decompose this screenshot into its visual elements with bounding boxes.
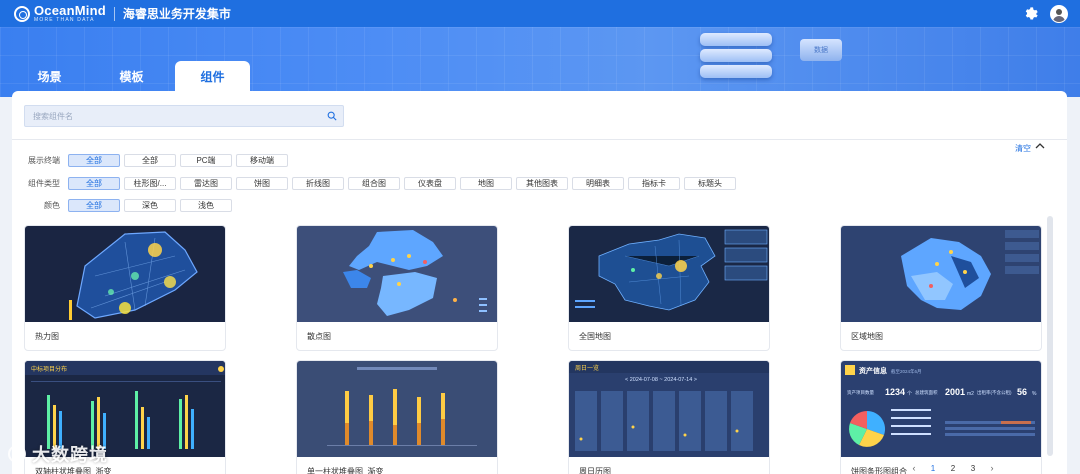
- thumbnail-scatter: [297, 226, 497, 322]
- logo[interactable]: OceanMind MORE THAN DATA: [14, 4, 106, 23]
- pagination: ‹ 1 2 3 ›: [905, 463, 1001, 473]
- tab-scene[interactable]: 场景: [12, 61, 87, 92]
- thumbnail-week-calendar: 周日一览 < 2024-07-08 ~ 2024-07-14 >: [569, 361, 769, 457]
- thumb-date: 截至2024年6月: [891, 368, 922, 375]
- app-title: 海睿思业务开发集市: [122, 7, 231, 21]
- chip-type-detail-table[interactable]: 明细表: [572, 176, 624, 190]
- watermark: 大数跨境: [8, 441, 108, 467]
- next-page-button[interactable]: ›: [983, 463, 1001, 473]
- chip-color-all[interactable]: 全部: [68, 198, 120, 212]
- watermark-logo-icon: [8, 445, 26, 463]
- thumbnail-single-stacked-bar: [297, 361, 497, 457]
- logo-tagline: MORE THAN DATA: [34, 17, 95, 23]
- search-input[interactable]: 搜索组件名: [24, 105, 344, 127]
- thumb-stat: 1234: [885, 387, 905, 397]
- thumb-stat-unit: m2: [967, 391, 974, 397]
- thumb-stat-unit: %: [1032, 391, 1037, 397]
- tab-template[interactable]: 模板: [94, 61, 169, 92]
- divider: [12, 139, 1067, 140]
- thumb-stat: 56: [1017, 387, 1027, 397]
- filter-label-display: 展示终端: [28, 155, 60, 165]
- card-label: 饼图条形图组合: [851, 467, 907, 474]
- thumb-stat-unit: 个: [907, 391, 912, 397]
- chip-type-other[interactable]: 其他图表: [516, 176, 568, 190]
- gear-icon[interactable]: [1024, 6, 1038, 21]
- thumbnail-region-map: [841, 226, 1041, 322]
- scrollbar[interactable]: [1047, 216, 1053, 456]
- page-3[interactable]: 3: [963, 464, 983, 473]
- thumb-stat-label: 总建筑面积: [915, 389, 938, 396]
- chip-display-mobile[interactable]: 移动端: [236, 153, 288, 167]
- thumb-title: 资产信息: [859, 366, 887, 375]
- header-divider: [113, 6, 115, 21]
- filter-row-color: 颜色 全部 深色 浅色: [22, 198, 232, 212]
- prev-page-button[interactable]: ‹: [905, 463, 923, 473]
- chip-display-all[interactable]: 全部: [68, 153, 120, 167]
- page-1[interactable]: 1: [923, 464, 943, 473]
- chip-type-radar[interactable]: 雷达图: [180, 176, 232, 190]
- component-card-single-stacked-bar[interactable]: 单一柱状堆叠图_渐变: [296, 360, 498, 474]
- thumbnail-heatmap: [25, 226, 225, 322]
- chip-type-kpi-card[interactable]: 指标卡: [628, 176, 680, 190]
- chip-type-combo[interactable]: 组合图: [348, 176, 400, 190]
- avatar[interactable]: [1050, 4, 1068, 23]
- component-card-week-calendar[interactable]: 周日一览 < 2024-07-08 ~ 2024-07-14 > 周日历图: [568, 360, 770, 474]
- chevron-up-icon[interactable]: [1034, 140, 1046, 152]
- thumbnail-pie-bar-combo: 资产信息 截至2024年6月 资产项目数量 1234 个 总建筑面积 2001 …: [841, 361, 1041, 457]
- component-card-scatter[interactable]: 散点图: [296, 225, 498, 351]
- card-label: 双轴柱状堆叠图_浙变: [35, 467, 112, 474]
- tab-component[interactable]: 组件: [175, 61, 250, 92]
- component-card-pie-bar-combo[interactable]: 资产信息 截至2024年6月 资产项目数量 1234 个 总建筑面积 2001 …: [840, 360, 1042, 474]
- data-badge: 数据: [800, 39, 842, 61]
- chip-type-pie[interactable]: 饼图: [236, 176, 288, 190]
- logo-name: OceanMind: [34, 3, 106, 18]
- chip-type-gauge[interactable]: 仪表盘: [404, 176, 456, 190]
- thumbnail-national-map: [569, 226, 769, 322]
- logo-icon: [14, 5, 30, 22]
- filter-row-type: 组件类型 全部 柱形图/... 雷达图 饼图 折线图 组合图 仪表盘 地图 其他…: [22, 176, 736, 190]
- main-panel: 搜索组件名 清空 展示终端 全部 全部 PC端 移动端 组件类型 全部 柱形图/…: [12, 91, 1067, 474]
- thumb-stat: 2001: [945, 387, 965, 397]
- component-card-national-map[interactable]: 全国地图: [568, 225, 770, 351]
- filter-label-color: 颜色: [44, 200, 60, 210]
- thumb-title: 中标项目分布: [31, 365, 67, 373]
- chip-type-title[interactable]: 标题头: [684, 176, 736, 190]
- thumb-stat-label: 出租率(不含公租): [977, 389, 1012, 396]
- search-icon[interactable]: [327, 111, 337, 121]
- component-card-heatmap[interactable]: 热力图: [24, 225, 226, 351]
- filter-row-display: 展示终端 全部 全部 PC端 移动端: [22, 153, 288, 167]
- chip-type-map[interactable]: 地图: [460, 176, 512, 190]
- component-card-region-map[interactable]: 区域地图: [840, 225, 1042, 351]
- chip-type-line[interactable]: 折线图: [292, 176, 344, 190]
- card-label: 单一柱状堆叠图_渐变: [307, 467, 384, 474]
- card-label: 热力图: [35, 332, 59, 341]
- chip-display-all-2[interactable]: 全部: [124, 153, 176, 167]
- chip-color-light[interactable]: 浅色: [180, 198, 232, 212]
- server-illustration: [700, 33, 772, 81]
- card-label: 周日历图: [579, 467, 611, 474]
- card-label: 区域地图: [851, 332, 883, 341]
- card-label: 散点图: [307, 332, 331, 341]
- search-placeholder: 搜索组件名: [33, 111, 73, 121]
- thumb-stat-label: 资产项目数量: [847, 389, 874, 396]
- page-2[interactable]: 2: [943, 464, 963, 473]
- thumb-title: 周日一览: [575, 364, 599, 372]
- chip-display-pc[interactable]: PC端: [180, 153, 232, 167]
- chip-type-bar[interactable]: 柱形图/...: [124, 176, 176, 190]
- chip-color-dark[interactable]: 深色: [124, 198, 176, 212]
- thumb-date: < 2024-07-08 ~ 2024-07-14 >: [625, 377, 697, 383]
- card-label: 全国地图: [579, 332, 611, 341]
- chip-type-all[interactable]: 全部: [68, 176, 120, 190]
- top-bar: OceanMind MORE THAN DATA 海睿思业务开发集市: [0, 0, 1080, 27]
- filter-label-type: 组件类型: [28, 178, 60, 188]
- watermark-text: 大数跨境: [32, 445, 108, 465]
- clear-filters-link[interactable]: 清空: [1015, 143, 1031, 154]
